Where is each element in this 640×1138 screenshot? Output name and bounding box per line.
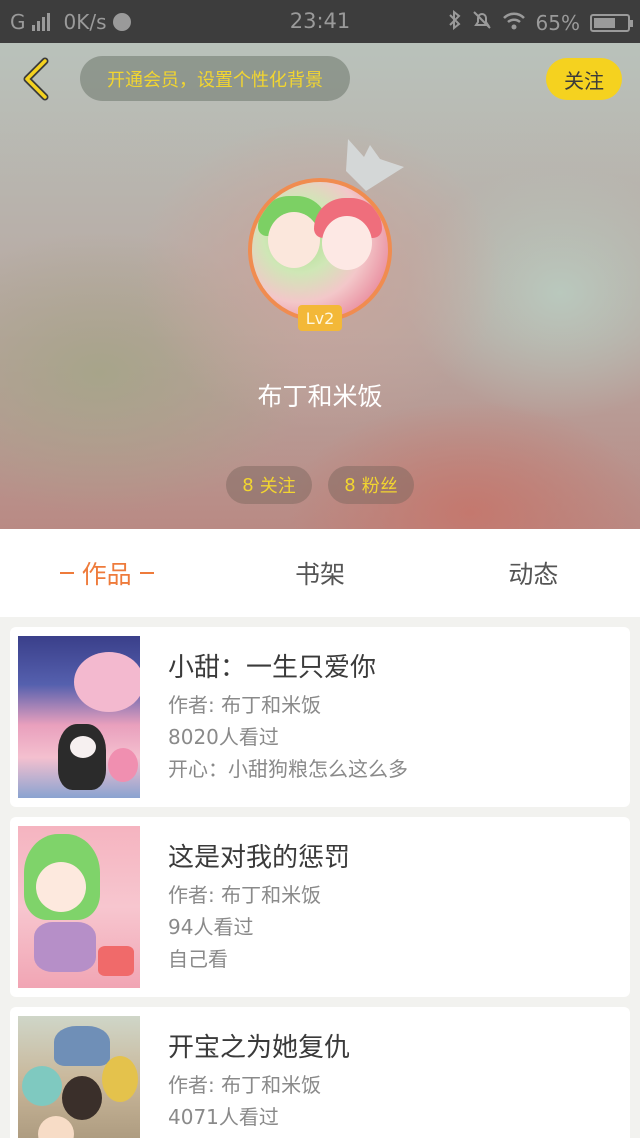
work-description: 开心：小甜狗粮怎么这么多: [168, 757, 408, 781]
work-card[interactable]: 这是对我的惩罚 作者: 布丁和米饭 94人看过 自己看: [10, 817, 630, 997]
tab-activity-label: 动态: [508, 560, 559, 589]
status-bar: G 0K/s 23:41 65%: [0, 0, 640, 43]
work-title: 开宝之为她复仇: [168, 1033, 351, 1063]
work-info: 开宝之为她复仇 作者: 布丁和米饭 4071人看过: [168, 1027, 620, 1138]
username: 布丁和米饭: [257, 382, 383, 411]
tab-bookshelf-label: 书架: [294, 560, 345, 589]
wifi-icon: [502, 11, 526, 35]
level-badge: Lv2: [298, 305, 342, 331]
avatar[interactable]: [248, 178, 392, 322]
tab-works[interactable]: 作品: [0, 529, 213, 617]
tab-indicator-left: [59, 572, 74, 574]
tab-works-label: 作品: [81, 560, 132, 589]
work-title: 小甜：一生只爱你: [168, 653, 377, 683]
work-cover-image: [18, 1016, 140, 1138]
back-button[interactable]: [16, 57, 56, 101]
profile-header: 开通会员，设置个性化背景 关注 Lv2 布丁和米饭 8 关注 8 粉丝: [0, 43, 640, 529]
work-card[interactable]: 开宝之为她复仇 作者: 布丁和米饭 4071人看过: [10, 1007, 630, 1138]
work-author: 作者: 布丁和米饭: [168, 693, 322, 717]
work-views: 8020人看过: [168, 725, 279, 749]
fans-count-button[interactable]: 8 粉丝: [328, 466, 414, 504]
work-author: 作者: 布丁和米饭: [168, 883, 322, 907]
profile-tabs: 作品 书架 动态: [0, 529, 640, 617]
tab-indicator-right: [139, 572, 154, 574]
fans-label: 粉丝: [361, 476, 398, 497]
following-label: 关注: [259, 476, 296, 497]
work-title: 这是对我的惩罚: [168, 843, 351, 873]
battery-percent: 65%: [535, 10, 580, 35]
status-right: 65%: [448, 9, 633, 35]
following-count-button[interactable]: 8 关注: [226, 466, 312, 504]
chevron-left-icon: [23, 57, 49, 101]
work-description: 自己看: [168, 947, 228, 971]
fans-count: 8: [344, 474, 356, 496]
mute-bell-icon: [472, 10, 492, 35]
work-description: [168, 1133, 620, 1138]
work-cover-image: [18, 826, 140, 988]
work-author: 作者: 布丁和米饭: [168, 1073, 322, 1097]
following-count: 8: [242, 474, 254, 496]
work-views: 94人看过: [168, 915, 254, 939]
follow-button[interactable]: 关注: [546, 58, 622, 100]
work-info: 这是对我的惩罚 作者: 布丁和米饭 94人看过 自己看: [168, 837, 620, 975]
work-views: 4071人看过: [168, 1105, 279, 1129]
work-cover-image: [18, 636, 140, 798]
vip-background-button[interactable]: 开通会员，设置个性化背景: [80, 56, 350, 101]
bluetooth-icon: [448, 9, 462, 35]
work-card[interactable]: 小甜：一生只爱你 作者: 布丁和米饭 8020人看过 开心：小甜狗粮怎么这么多: [10, 627, 630, 807]
tab-activity[interactable]: 动态: [427, 529, 640, 617]
work-info: 小甜：一生只爱你 作者: 布丁和米饭 8020人看过 开心：小甜狗粮怎么这么多: [168, 647, 620, 785]
tab-bookshelf[interactable]: 书架: [213, 529, 426, 617]
battery-icon: [590, 13, 633, 32]
